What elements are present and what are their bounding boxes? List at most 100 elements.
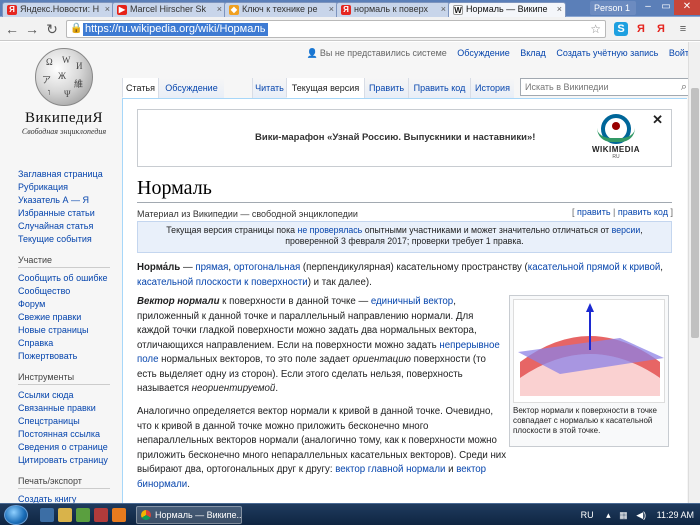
link-unit-vector[interactable]: единичный вектор — [371, 296, 453, 307]
wikipedia-logo[interactable]: ΩWИ アЖ維 וΨ ВикипедиЯ Свободная энциклопе… — [18, 48, 110, 136]
show-desktop-icon[interactable] — [40, 508, 54, 522]
explorer-icon[interactable] — [58, 508, 72, 522]
text: к поверхности в данной точке — — [219, 296, 371, 307]
yandex-icon: Я — [7, 5, 17, 15]
sidebar-item-new-pages[interactable]: Новые страницы — [18, 324, 118, 337]
sidebar-item-featured[interactable]: Избранные статьи — [18, 207, 118, 220]
search-icon[interactable]: ⌕ — [681, 79, 687, 95]
url-text[interactable]: https://ru.wikipedia.org/wiki/Нормаль — [83, 23, 268, 36]
volume-icon[interactable]: ◀) — [636, 510, 646, 520]
close-window-icon[interactable]: ✕ — [674, 0, 700, 15]
close-icon[interactable]: ✕ — [652, 112, 663, 128]
link-principal-normal[interactable]: вектор главной нормали — [335, 464, 445, 475]
system-tray: RU ▴ ▦ ◀) 11:29 AM — [581, 504, 694, 525]
sidebar-item-donate[interactable]: Пожертвовать — [18, 350, 118, 363]
sidebar-heading: Участие — [18, 255, 110, 268]
contributions-link[interactable]: Вклад — [520, 48, 546, 58]
close-tab-icon[interactable]: × — [217, 3, 222, 16]
text: (перпендикулярная) касательному простран… — [300, 262, 528, 273]
page-scrollbar[interactable] — [688, 42, 700, 503]
browser-tab-active[interactable]: W Нормаль — Википе × — [448, 2, 566, 17]
menu-icon[interactable]: ≡ — [676, 22, 690, 36]
sidebar-item-what-links-here[interactable]: Ссылки сюда — [18, 389, 118, 402]
yandex-ext-icon[interactable]: Я — [654, 22, 668, 36]
sidebar-item-related-changes[interactable]: Связанные правки — [18, 402, 118, 415]
tray-arrow-icon[interactable]: ▴ — [606, 510, 611, 520]
sidebar-item-permanent-link[interactable]: Постоянная ссылка — [18, 428, 118, 441]
back-icon[interactable]: ← — [4, 21, 20, 37]
tab-edit[interactable]: Править — [364, 78, 408, 98]
sidebar-item-current-events[interactable]: Текущие события — [18, 233, 118, 246]
sidebar-item-page-info[interactable]: Сведения о странице — [18, 441, 118, 454]
maximize-icon[interactable]: ▭ — [656, 0, 676, 15]
clock[interactable]: 11:29 AM — [657, 510, 694, 520]
sidebar-item-index[interactable]: Указатель А — Я — [18, 194, 118, 207]
close-tab-icon[interactable]: × — [105, 3, 110, 16]
app-icon[interactable] — [112, 508, 126, 522]
create-account-link[interactable]: Создать учётную запись — [556, 48, 658, 58]
close-tab-icon[interactable]: × — [441, 3, 446, 16]
sidebar-item-help[interactable]: Справка — [18, 337, 118, 350]
taskbar-chrome-window[interactable]: Нормаль — Википе... — [136, 506, 242, 524]
edit-link[interactable]: править — [577, 207, 611, 217]
tab-article[interactable]: Статья — [122, 78, 158, 98]
browser-tab[interactable]: ▶ Marcel Hirscher Sk × — [112, 2, 226, 17]
personal-tools: 👤 Вы не представились системе Обсуждение … — [299, 48, 694, 59]
tab-history[interactable]: История — [470, 78, 514, 98]
tab-read[interactable]: Читать — [252, 78, 286, 98]
browser-tab[interactable]: ◆ Ключ к технике ре × — [224, 2, 338, 17]
notice-text: Текущая версия страницы пока — [166, 225, 298, 235]
sidebar-heading: Инструменты — [18, 372, 110, 385]
browser-tab[interactable]: Я нормаль к поверх × — [336, 2, 450, 17]
link-tangent-line[interactable]: касательной прямой к кривой — [528, 262, 661, 273]
normal-vector-figure[interactable] — [513, 299, 665, 403]
sidebar-item-categories[interactable]: Рубрикация — [18, 181, 118, 194]
tab-current-version[interactable]: Текущая версия — [286, 78, 364, 98]
tab-talk[interactable]: Обсуждение — [158, 78, 224, 98]
skype-icon[interactable]: S — [614, 22, 628, 36]
sidebar-item-recent-changes[interactable]: Свежие правки — [18, 311, 118, 324]
address-bar[interactable]: 🔒 https://ru.wikipedia.org/wiki/Нормаль … — [66, 20, 606, 38]
not-reviewed-link[interactable]: не проверялась — [297, 225, 362, 235]
network-icon[interactable]: ▦ — [619, 510, 628, 520]
close-tab-icon[interactable]: × — [557, 3, 562, 16]
browser-tab[interactable]: Я Яндекс.Новости: Н × — [2, 2, 114, 17]
sidebar-item-forum[interactable]: Форум — [18, 298, 118, 311]
language-indicator[interactable]: RU — [581, 510, 594, 520]
text: ) и так далее). — [307, 276, 372, 288]
review-notice: Текущая версия страницы пока не проверял… — [137, 221, 672, 253]
forward-icon[interactable]: → — [24, 21, 40, 37]
start-button[interactable] — [4, 505, 28, 525]
edit-code-link[interactable]: править код — [618, 207, 668, 217]
link-orthogonal[interactable]: ортогональная — [234, 262, 300, 273]
yandex-ext-icon[interactable]: Я — [634, 22, 648, 36]
sidebar-item-create-book[interactable]: Создать книгу — [18, 493, 118, 503]
version-link[interactable]: версии — [612, 225, 641, 235]
sidebar-item-report-error[interactable]: Сообщить об ошибке — [18, 272, 118, 285]
user-icon: 👤 — [306, 48, 318, 58]
close-tab-icon[interactable]: × — [329, 3, 334, 16]
search-input[interactable]: Искать в Википедии ⌕ — [520, 78, 692, 96]
app-icon[interactable] — [94, 508, 108, 522]
banner-text[interactable]: Вики-марафон «Узнай Россию. Выпускники и… — [255, 132, 535, 143]
minimize-icon[interactable]: – — [638, 0, 658, 15]
wikimedia-logo[interactable]: WIKIMEDIA RU — [586, 114, 646, 160]
sidebar-item-main-page[interactable]: Заглавная страница — [18, 168, 118, 181]
reload-icon[interactable]: ↻ — [44, 21, 60, 37]
sidebar-item-special-pages[interactable]: Спецстраницы — [18, 415, 118, 428]
link-line[interactable]: прямая — [195, 262, 228, 273]
tagline: Свободная энциклопедия — [21, 127, 107, 136]
bookmark-star-icon[interactable]: ☆ — [590, 22, 601, 36]
talk-link[interactable]: Обсуждение — [457, 48, 509, 58]
profile-button[interactable]: Person 1 — [590, 1, 636, 15]
link-tangent-plane[interactable]: касательной плоскости к поверхности — [137, 277, 308, 288]
sidebar-item-community[interactable]: Сообщество — [18, 285, 118, 298]
scrollbar-thumb[interactable] — [691, 88, 699, 338]
sidebar-heading: Печать/экспорт — [18, 476, 110, 489]
term-italic: ориентацию — [352, 354, 411, 365]
text: . — [275, 383, 279, 394]
sidebar-item-cite[interactable]: Цитировать страницу — [18, 454, 118, 467]
tab-edit-code[interactable]: Править код — [408, 78, 470, 98]
app-icon[interactable] — [76, 508, 90, 522]
sidebar-item-random[interactable]: Случайная статья — [18, 220, 118, 233]
